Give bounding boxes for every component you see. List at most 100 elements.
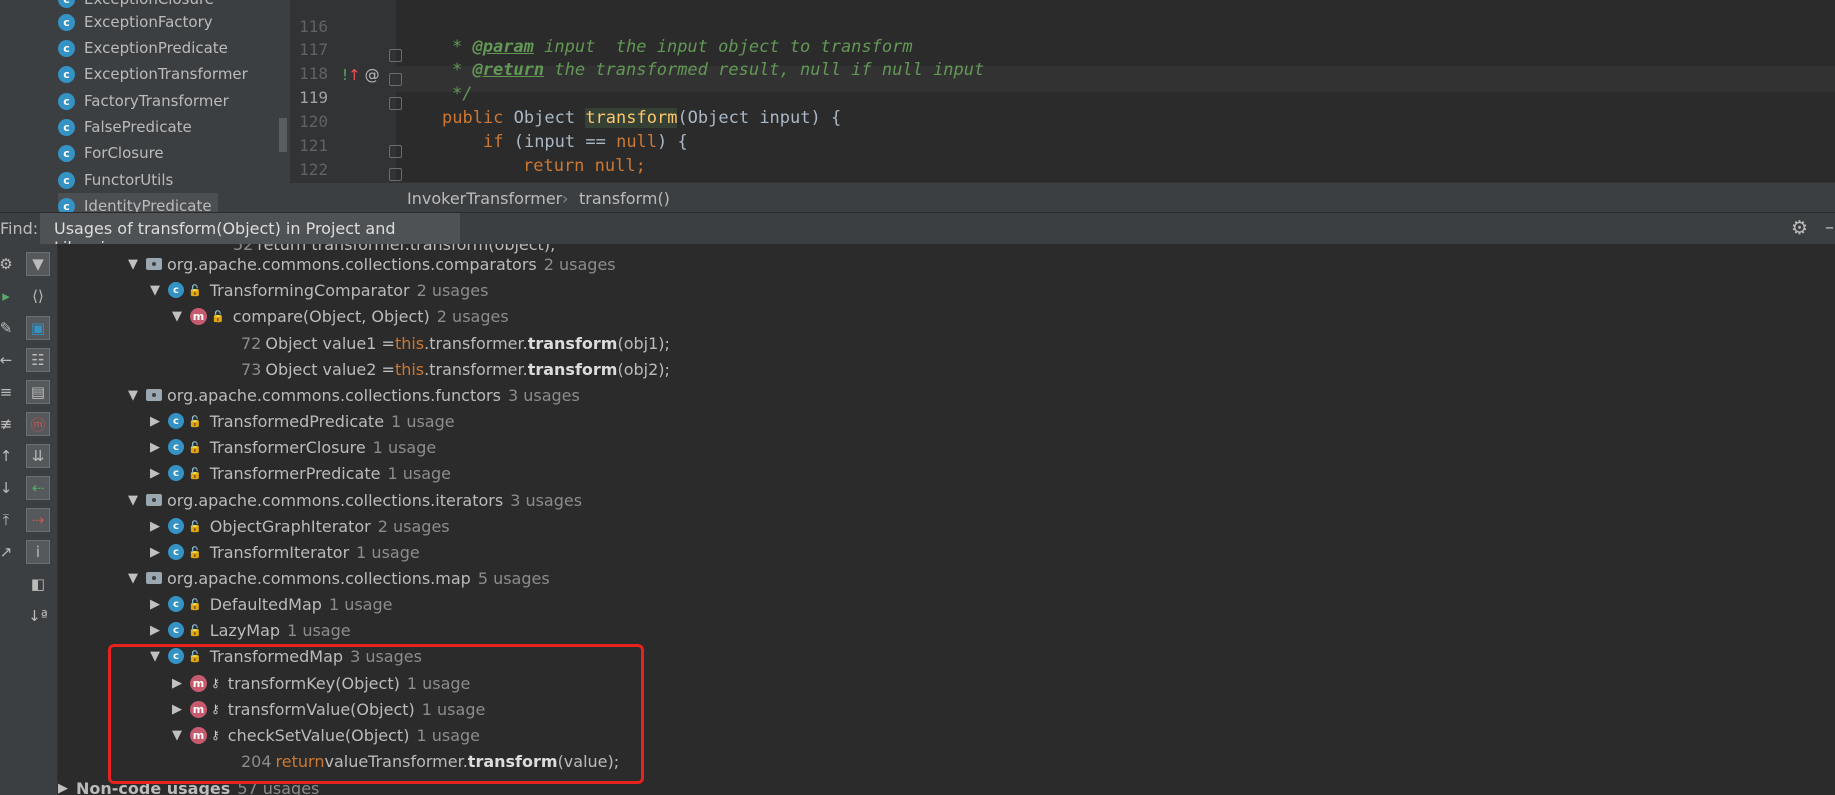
fold-marker-icon[interactable] — [389, 168, 402, 181]
tree-item-label: ExceptionFactory — [84, 13, 213, 31]
export-icon[interactable]: ⤒ — [0, 508, 18, 532]
pin-icon[interactable]: ✎ — [0, 316, 18, 340]
group-by-method-icon[interactable]: ⓜ — [26, 412, 50, 436]
usage-line[interactable]: 72 Object value1 = this .transformer. trans… — [241, 330, 670, 356]
fold-marker-icon[interactable] — [389, 73, 402, 86]
package-row[interactable]: ▼ org.apache.commons.collections.map 5 usa… — [128, 565, 550, 591]
group-row[interactable]: ▶ Non-code usages 57 usages — [58, 775, 319, 795]
previous-occurrence-icon[interactable]: ↑ — [0, 444, 18, 468]
close-tab-icon[interactable]: ← — [0, 348, 18, 372]
tree-item[interactable]: c ExceptionPredicate — [58, 35, 228, 61]
filter-icon[interactable]: ▼ — [26, 252, 50, 276]
tree-item[interactable]: c IdentityPredicate — [58, 193, 218, 212]
collapse-arrow-icon[interactable]: ▶ — [58, 781, 76, 795]
split-view-icon[interactable]: ◧ — [26, 572, 50, 596]
expand-arrow-icon[interactable]: ▼ — [150, 283, 168, 298]
code-editor[interactable]: 116 * @param input the input object to t… — [290, 0, 1835, 182]
next-occurrence-icon[interactable]: ↓ — [0, 476, 18, 500]
class-row[interactable]: ▼ c 🔓 TransformedMap 3 usages — [150, 643, 422, 669]
expand-arrow-icon[interactable]: ▼ — [128, 388, 146, 403]
collapse-arrow-icon[interactable]: ▶ — [150, 519, 168, 534]
collapse-arrow-icon[interactable]: ▶ — [172, 676, 190, 691]
collapse-arrow-icon[interactable]: ▶ — [150, 440, 168, 455]
class-row[interactable]: ▶ c 🔓 TransformerClosure 1 usage — [150, 434, 436, 460]
method-row[interactable]: ▼ m 🔓 compare(Object, Object) 2 usages — [172, 303, 509, 329]
collapse-arrow-icon[interactable]: ▶ — [150, 623, 168, 638]
gear-icon[interactable]: ⚙ — [1791, 217, 1808, 239]
fold-marker-icon[interactable] — [389, 145, 402, 158]
tree-item[interactable]: c FactoryTransformer — [58, 88, 229, 114]
collapse-arrow-icon[interactable]: ▶ — [150, 466, 168, 481]
method-row[interactable]: ▼ m ⚷ checkSetValue(Object) 1 usage — [172, 722, 480, 748]
group-by-file-icon[interactable]: ⇊ — [26, 444, 50, 468]
jump-to-source-icon[interactable]: ↗ — [0, 540, 18, 564]
breadcrumb-class[interactable]: InvokerTransformer — [407, 189, 562, 208]
expand-arrow-icon[interactable]: ▼ — [128, 257, 146, 272]
group-by-module-icon[interactable]: ☷ — [26, 348, 50, 372]
usage-count: 2 usages — [377, 516, 450, 536]
fold-marker-icon[interactable] — [389, 97, 402, 110]
class-row[interactable]: ▶ c 🔓 TransformerPredicate 1 usage — [150, 460, 451, 486]
usage-match: transform — [527, 333, 618, 353]
tree-item[interactable]: c FalsePredicate — [58, 114, 192, 140]
code-line: 116 * @param input the input object to t… — [290, 0, 1835, 57]
usage-line[interactable]: 204 return valueTransformer. transform (val… — [241, 748, 619, 774]
expand-arrow-icon[interactable]: ▼ — [172, 728, 190, 743]
usages-tree[interactable]: 52 return transformer.transform(object); … — [58, 244, 1835, 795]
expand-all-icon[interactable]: ≡ — [0, 380, 18, 404]
class-row[interactable]: ▶ c 🔓 ObjectGraphIterator 2 usages — [150, 513, 450, 539]
settings-icon[interactable]: ⚙ — [0, 252, 18, 276]
package-row[interactable]: ▼ org.apache.commons.collections.iterator… — [128, 487, 582, 513]
collapse-arrow-icon[interactable]: ▶ — [150, 597, 168, 612]
class-row[interactable]: ▶ c 🔓 TransformedPredicate 1 usage — [150, 408, 455, 434]
package-row[interactable]: ▼ org.apache.commons.collections.comparat… — [128, 251, 616, 277]
tree-item[interactable]: c ExceptionFactory — [58, 9, 213, 35]
expand-arrow-icon[interactable]: ▼ — [172, 309, 190, 324]
method-row[interactable]: ▶ m ⚷ transformValue(Object) 1 usage — [172, 696, 485, 722]
class-row[interactable]: ▼ c 🔓 TransformingComparator 2 usages — [150, 277, 488, 303]
method-row[interactable]: ▶ m ⚷ transformKey(Object) 1 usage — [172, 670, 470, 696]
expand-arrow-icon[interactable]: ▼ — [150, 649, 168, 664]
sort-alphabetically-icon[interactable]: ↓ª — [26, 604, 50, 628]
group-by-package-icon[interactable]: ▤ — [26, 380, 50, 404]
info-icon[interactable]: i — [26, 540, 50, 564]
usage-code: (obj1); — [617, 333, 670, 353]
preview-icon[interactable]: ▣ — [26, 316, 50, 340]
usage-code: Object value2 = — [265, 359, 395, 379]
overrides-up-icon[interactable]: ↑ — [348, 66, 361, 84]
show-write-access-icon[interactable]: ⇢ — [26, 508, 50, 532]
collapse-arrow-icon[interactable]: ▶ — [172, 702, 190, 717]
minimize-icon[interactable]: – — [1825, 217, 1834, 238]
tree-item[interactable]: c FunctorUtils — [58, 167, 173, 193]
package-name: org.apache.commons.collections.comparato… — [167, 254, 537, 274]
usage-count: 2 usages — [436, 306, 509, 326]
usage-line[interactable]: 73 Object value2 = this .transformer. trans… — [241, 356, 670, 382]
package-row[interactable]: ▼ org.apache.commons.collections.functors… — [128, 382, 580, 408]
breadcrumb-method[interactable]: transform() — [579, 189, 670, 208]
class-row[interactable]: ▶ c 🔓 TransformIterator 1 usage — [150, 539, 420, 565]
collapse-arrow-icon[interactable]: ▶ — [150, 414, 168, 429]
method-icon: m — [190, 674, 207, 692]
rerun-icon[interactable]: ▸ — [0, 284, 18, 308]
fold-marker-icon[interactable] — [389, 49, 402, 62]
lock-icon: 🔓 — [188, 283, 202, 297]
gutter-markers[interactable]: !↑ @ — [342, 66, 380, 84]
merge-icon[interactable]: ⟨⟩ — [26, 284, 50, 308]
find-results-tab[interactable]: Usages of transform(Object) in Project a… — [40, 213, 460, 257]
expand-arrow-icon[interactable]: ▼ — [128, 571, 146, 586]
usage-line-number: 72 — [241, 333, 262, 353]
annotation-icon[interactable]: @ — [365, 66, 380, 84]
tree-scrollbar[interactable] — [279, 118, 287, 152]
code-line: 118 */ — [290, 44, 1835, 104]
class-row[interactable]: ▶ c 🔓 LazyMap 1 usage — [150, 617, 351, 643]
tree-item[interactable]: c ForClosure — [58, 140, 164, 166]
tree-item[interactable]: c ExceptionTransformer — [58, 61, 248, 87]
collapse-arrow-icon[interactable]: ▶ — [150, 545, 168, 560]
show-read-access-icon[interactable]: ⇠ — [26, 476, 50, 500]
collapse-all-icon[interactable]: ≢ — [0, 412, 18, 436]
class-name: TransformerPredicate — [209, 463, 381, 483]
expand-arrow-icon[interactable]: ▼ — [128, 493, 146, 508]
class-row[interactable]: ▶ c 🔓 DefaultedMap 1 usage — [150, 591, 392, 617]
class-icon: c — [168, 282, 184, 298]
usage-count: 1 usage — [372, 437, 437, 457]
